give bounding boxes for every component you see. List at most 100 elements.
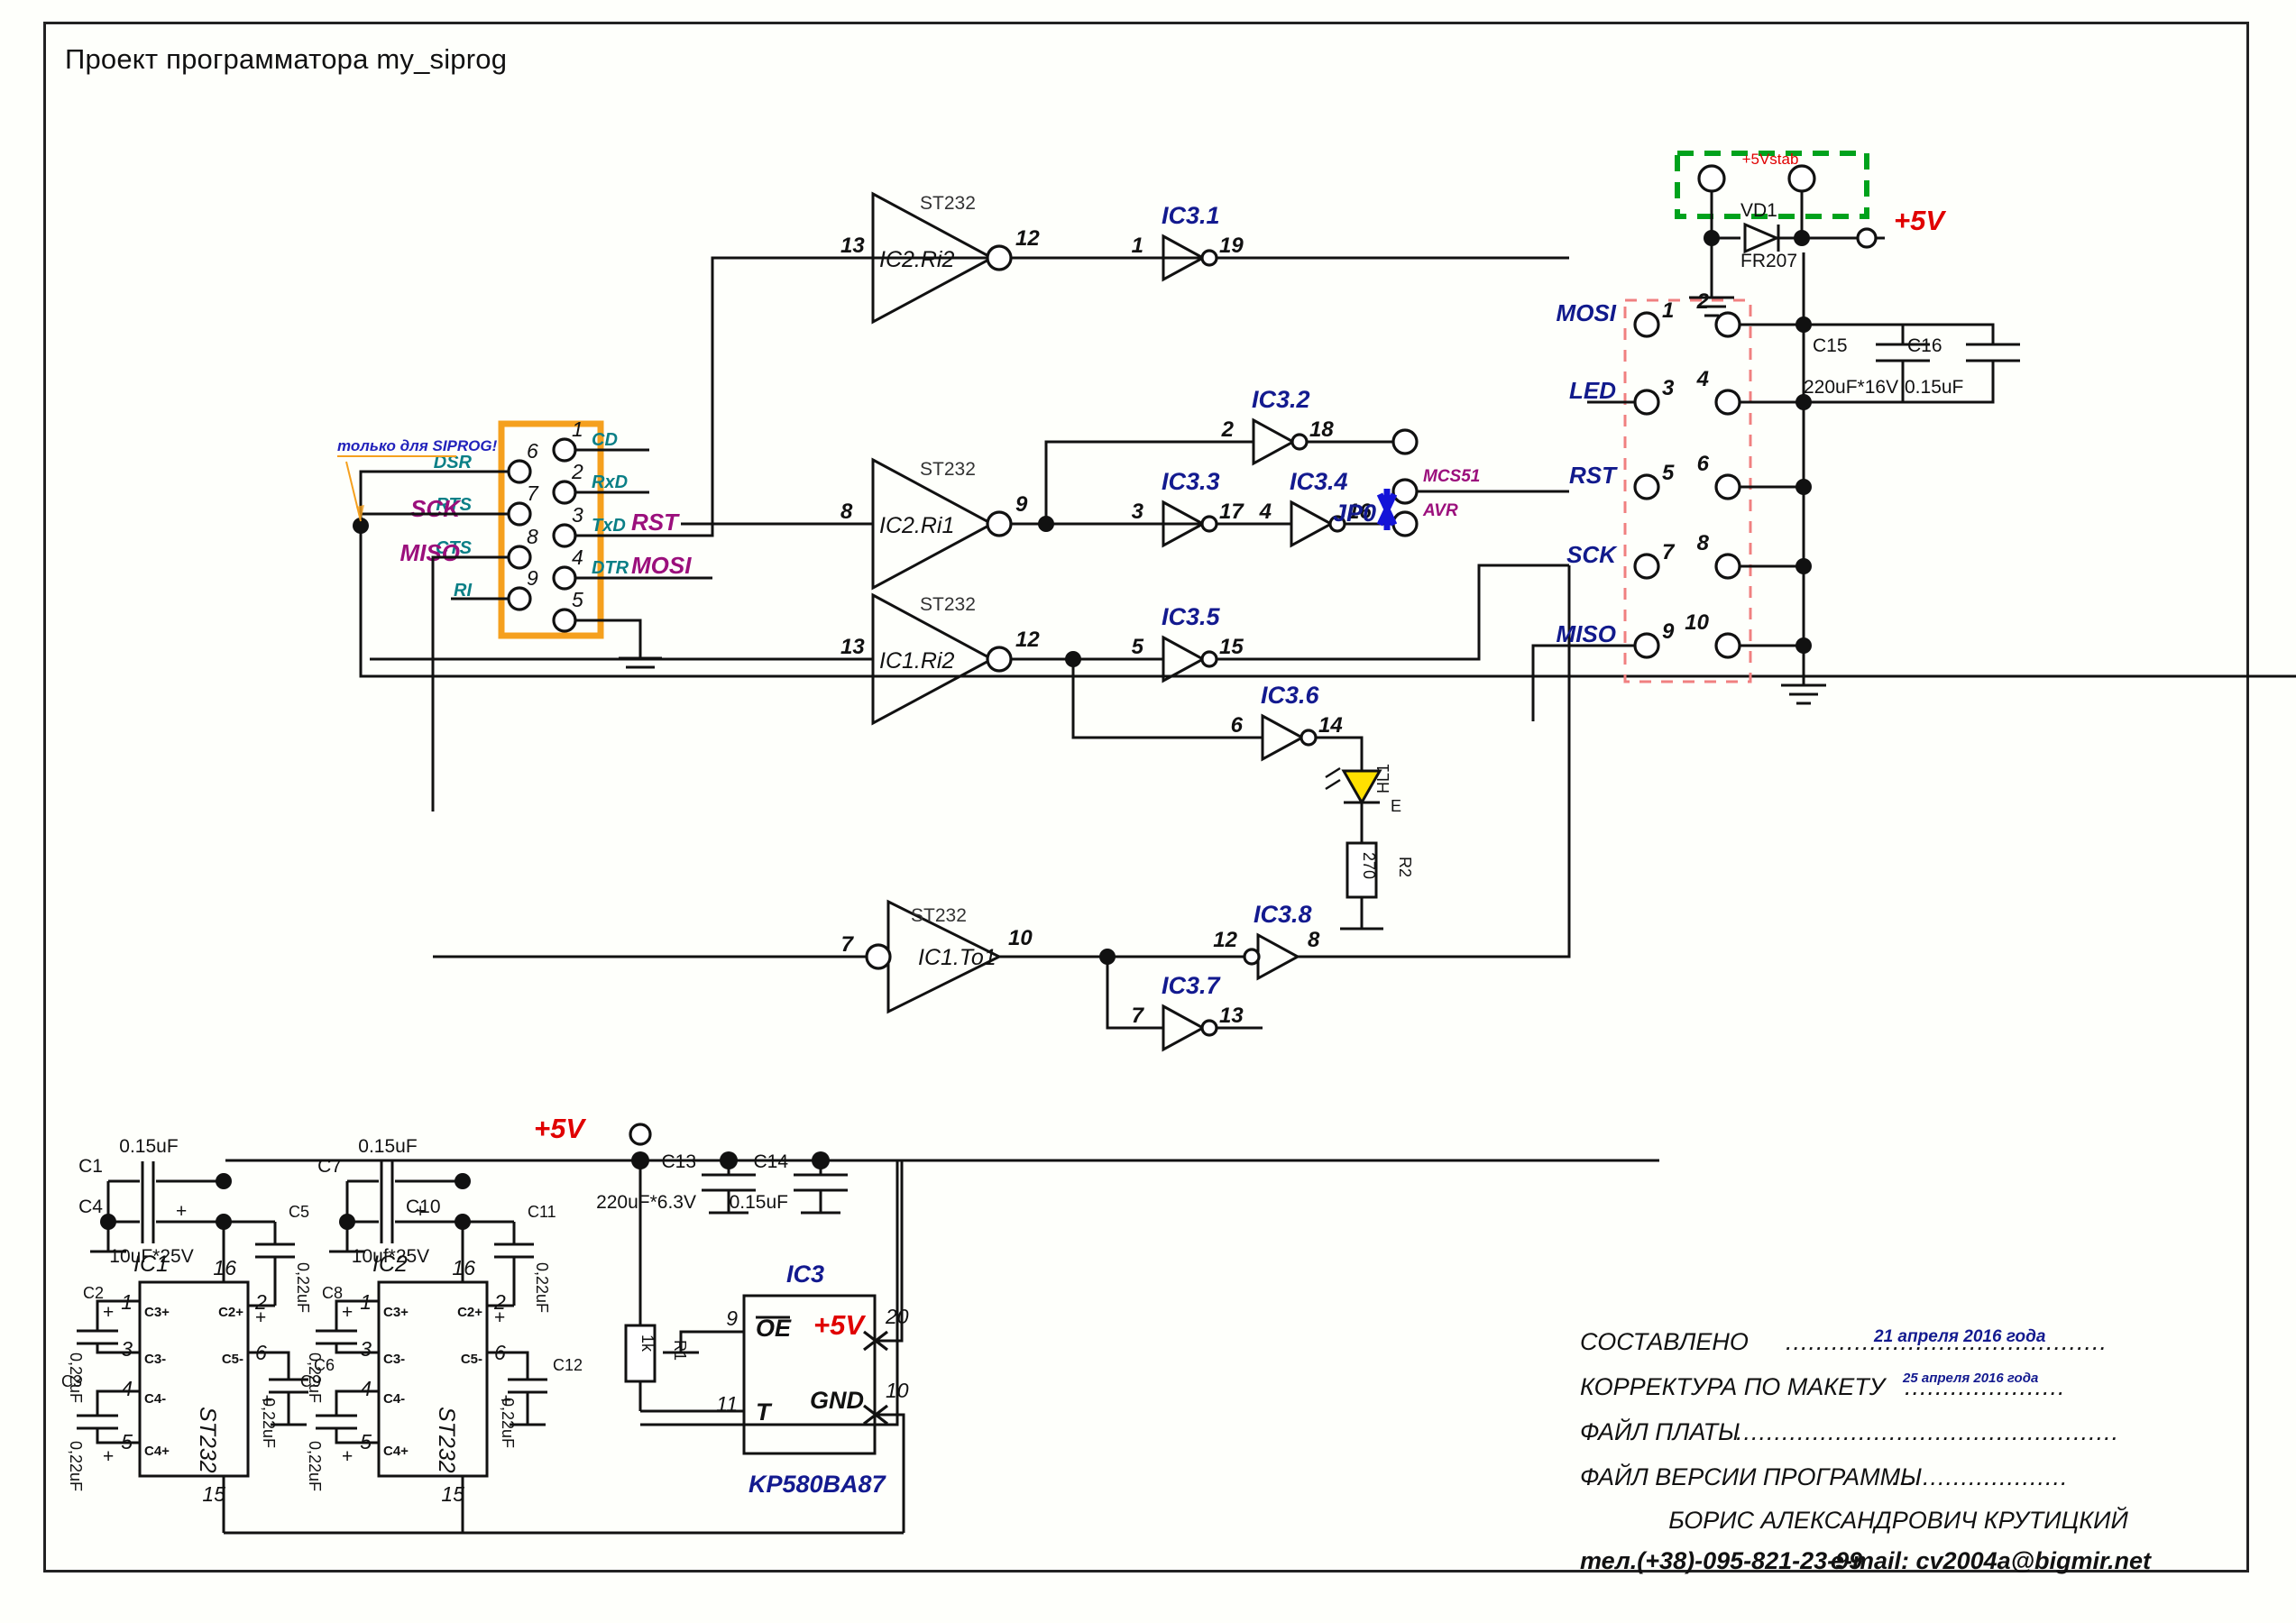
buffer-type-3: ST232	[920, 594, 976, 615]
inv-out-3: 17	[1219, 500, 1244, 524]
isp-num-7: 7	[1662, 540, 1676, 564]
isp-label-sck: SCK	[1566, 541, 1618, 568]
jumper-opt-mcs51: MCS51	[1423, 467, 1480, 486]
ic2-pn-c4m: C4-	[383, 1391, 405, 1407]
ic1-pn-c5m: C5-	[222, 1352, 243, 1367]
db9-alt-mosi: MOSI	[631, 552, 692, 579]
ic2-block: IC2 ST232 16 1 3 4 5 2 6 15 C3+ C3- C4- …	[300, 1136, 583, 1533]
buffer-ic2-ri2: ST232 IC2.Ri2 13 12	[712, 191, 1163, 325]
ic3-pn-gnd: GND	[810, 1387, 864, 1414]
c16-val: 0.15uF	[1905, 377, 1963, 398]
isp-label-led: LED	[1569, 377, 1616, 404]
inverter-ic3-5: IC3.5 5 15	[1132, 564, 1569, 683]
inv-name-5: IC3.5	[1162, 603, 1221, 630]
jumper-opt-avr: AVR	[1422, 501, 1458, 520]
buffer-outpin-3: 12	[1015, 628, 1040, 652]
c3-ref: C3	[61, 1372, 82, 1390]
c8-ref: C8	[322, 1284, 343, 1302]
c5-ref: C5	[289, 1203, 309, 1221]
jumper-label: JP0	[1333, 500, 1376, 527]
inv-name-8: IC3.8	[1254, 901, 1312, 928]
isp-num-6: 6	[1697, 452, 1710, 476]
led-ref: HL1	[1374, 764, 1392, 793]
buffer-name-4: IC1.To1	[918, 945, 996, 970]
buffer-name-1: IC2.Ri2	[879, 247, 954, 272]
c4-ref: C4	[78, 1197, 103, 1217]
tb-label-2: ФАЙЛ ПЛАТЫ	[1580, 1417, 1740, 1445]
schematic-page: Проект программатора my_siprog 6 7 8 9 1…	[0, 0, 2296, 1623]
isp-num-10: 10	[1685, 610, 1709, 635]
buffer-inpin-1: 13	[840, 234, 865, 258]
db9-pin-num-5: 5	[572, 588, 583, 611]
tb-label-3: ФАЙЛ ВЕРСИИ ПРОГРАММЫ	[1580, 1462, 1922, 1490]
r2-value: 270	[1360, 852, 1378, 879]
isp-num-8: 8	[1697, 531, 1710, 555]
tb-label-0: СОСТАВЛЕНО	[1580, 1328, 1749, 1355]
ic1-pin15: 15	[202, 1482, 225, 1506]
c10-plus: +	[415, 1201, 426, 1222]
c8-plus: +	[342, 1302, 353, 1323]
inv-out-6: 14	[1318, 713, 1343, 738]
tb-author: БОРИС АЛЕКСАНДРОВИЧ КРУТИЦКИЙ	[1668, 1505, 2128, 1534]
isp-connector[interactable]: 1 3 5 7 9 2 4 6 8 10 MOSI LED RST SCK MI…	[1531, 252, 1826, 721]
inv-in-7: 7	[1132, 1004, 1145, 1028]
c5-plus: +	[255, 1307, 266, 1328]
db9-sig-dtr: DTR	[592, 558, 629, 578]
db9-pin-num-8: 8	[527, 525, 538, 548]
tb-dots-2: ........................................…	[1736, 1418, 2119, 1445]
tb-value-1: 25 апреля 2016 года	[1902, 1371, 2038, 1386]
c15-ref: C15	[1813, 335, 1848, 356]
c11-val: 0,22uF	[533, 1262, 551, 1313]
buffer-type-1: ST232	[920, 193, 976, 214]
ic3-pin9: 9	[726, 1307, 738, 1330]
c12-ref: C12	[553, 1356, 583, 1374]
inv-out-8: 8	[1308, 928, 1320, 952]
ic2-pin4: 4	[360, 1377, 372, 1400]
buffer-outpin-4: 10	[1008, 926, 1033, 950]
c2-plus: +	[103, 1302, 114, 1323]
buffer-name-2: IC2.Ri1	[879, 513, 954, 538]
ic1-block: IC1 ST232 16 1 3 4 5 2 6 15 C3+ C3- C4- …	[61, 1136, 335, 1533]
inv-name-4: IC3.4	[1290, 468, 1348, 495]
inv-out-5: 15	[1219, 635, 1244, 659]
ic3-pn-t: T	[756, 1398, 773, 1426]
ic2-pn-c5m: C5-	[461, 1352, 482, 1367]
db9-pin-num-4: 4	[572, 546, 583, 569]
c14-ref: C14	[753, 1151, 788, 1172]
c7-val: 0.15uF	[358, 1136, 417, 1157]
isp-num-9: 9	[1662, 619, 1675, 644]
isp-label-rst: RST	[1569, 462, 1618, 489]
schematic-canvas: 6 7 8 9 1 2 3 4 5 DSR RTS CTS RI CD RxD …	[61, 151, 2296, 1574]
c9-val: 0,22uF	[306, 1441, 324, 1491]
inv-name-7: IC3.7	[1162, 972, 1222, 999]
r1-ref: R1	[671, 1340, 689, 1361]
db9-connector[interactable]: 6 7 8 9 1 2 3 4 5 DSR RTS CTS RI CD RxD …	[337, 256, 2296, 812]
c4-val: 10uF*25V	[109, 1246, 193, 1267]
ic3-pn-vcc: +5V	[813, 1309, 866, 1341]
ic1-pn-c4p: C4+	[144, 1444, 170, 1459]
c16-ref: C16	[1907, 335, 1942, 356]
db9-pin-num-2: 2	[571, 460, 583, 483]
tb-dots-3: .......................	[1892, 1463, 2069, 1490]
isp-num-4: 4	[1696, 367, 1709, 391]
ic3-ref: IC3	[786, 1261, 824, 1288]
c2-ref: C2	[83, 1284, 104, 1302]
led-pin: E	[1391, 797, 1401, 815]
jumper-jp0[interactable]: JP0 MCS51 AVR	[1333, 467, 1569, 537]
inv-in-6: 6	[1231, 713, 1244, 738]
inverter-ic3-6: IC3.6 6 14	[1231, 682, 1364, 771]
ic2-type: ST232	[434, 1407, 459, 1473]
buffer-name-3: IC1.Ri2	[879, 648, 954, 674]
c4-plus: +	[176, 1201, 187, 1222]
c12-plus: +	[501, 1390, 511, 1411]
vd1-ref: VD1	[1740, 200, 1777, 221]
siprog-note: только для SIPROG!	[337, 437, 498, 454]
isp-num-1: 1	[1662, 298, 1674, 323]
db9-alt-rst: RST	[631, 509, 680, 536]
inverter-ic3-7: IC3.7 7 13	[1132, 972, 1263, 1052]
tb-email: e-mail: cv2004a@bigmir.net	[1831, 1547, 2152, 1574]
isp-label-mosi: MOSI	[1557, 299, 1617, 326]
bottom-power-rail: +5V C13 220uF*6.3V C14 0.15uF	[225, 1113, 1659, 1426]
c9-ref: C9	[300, 1372, 321, 1390]
inv-name-3: IC3.3	[1162, 468, 1220, 495]
